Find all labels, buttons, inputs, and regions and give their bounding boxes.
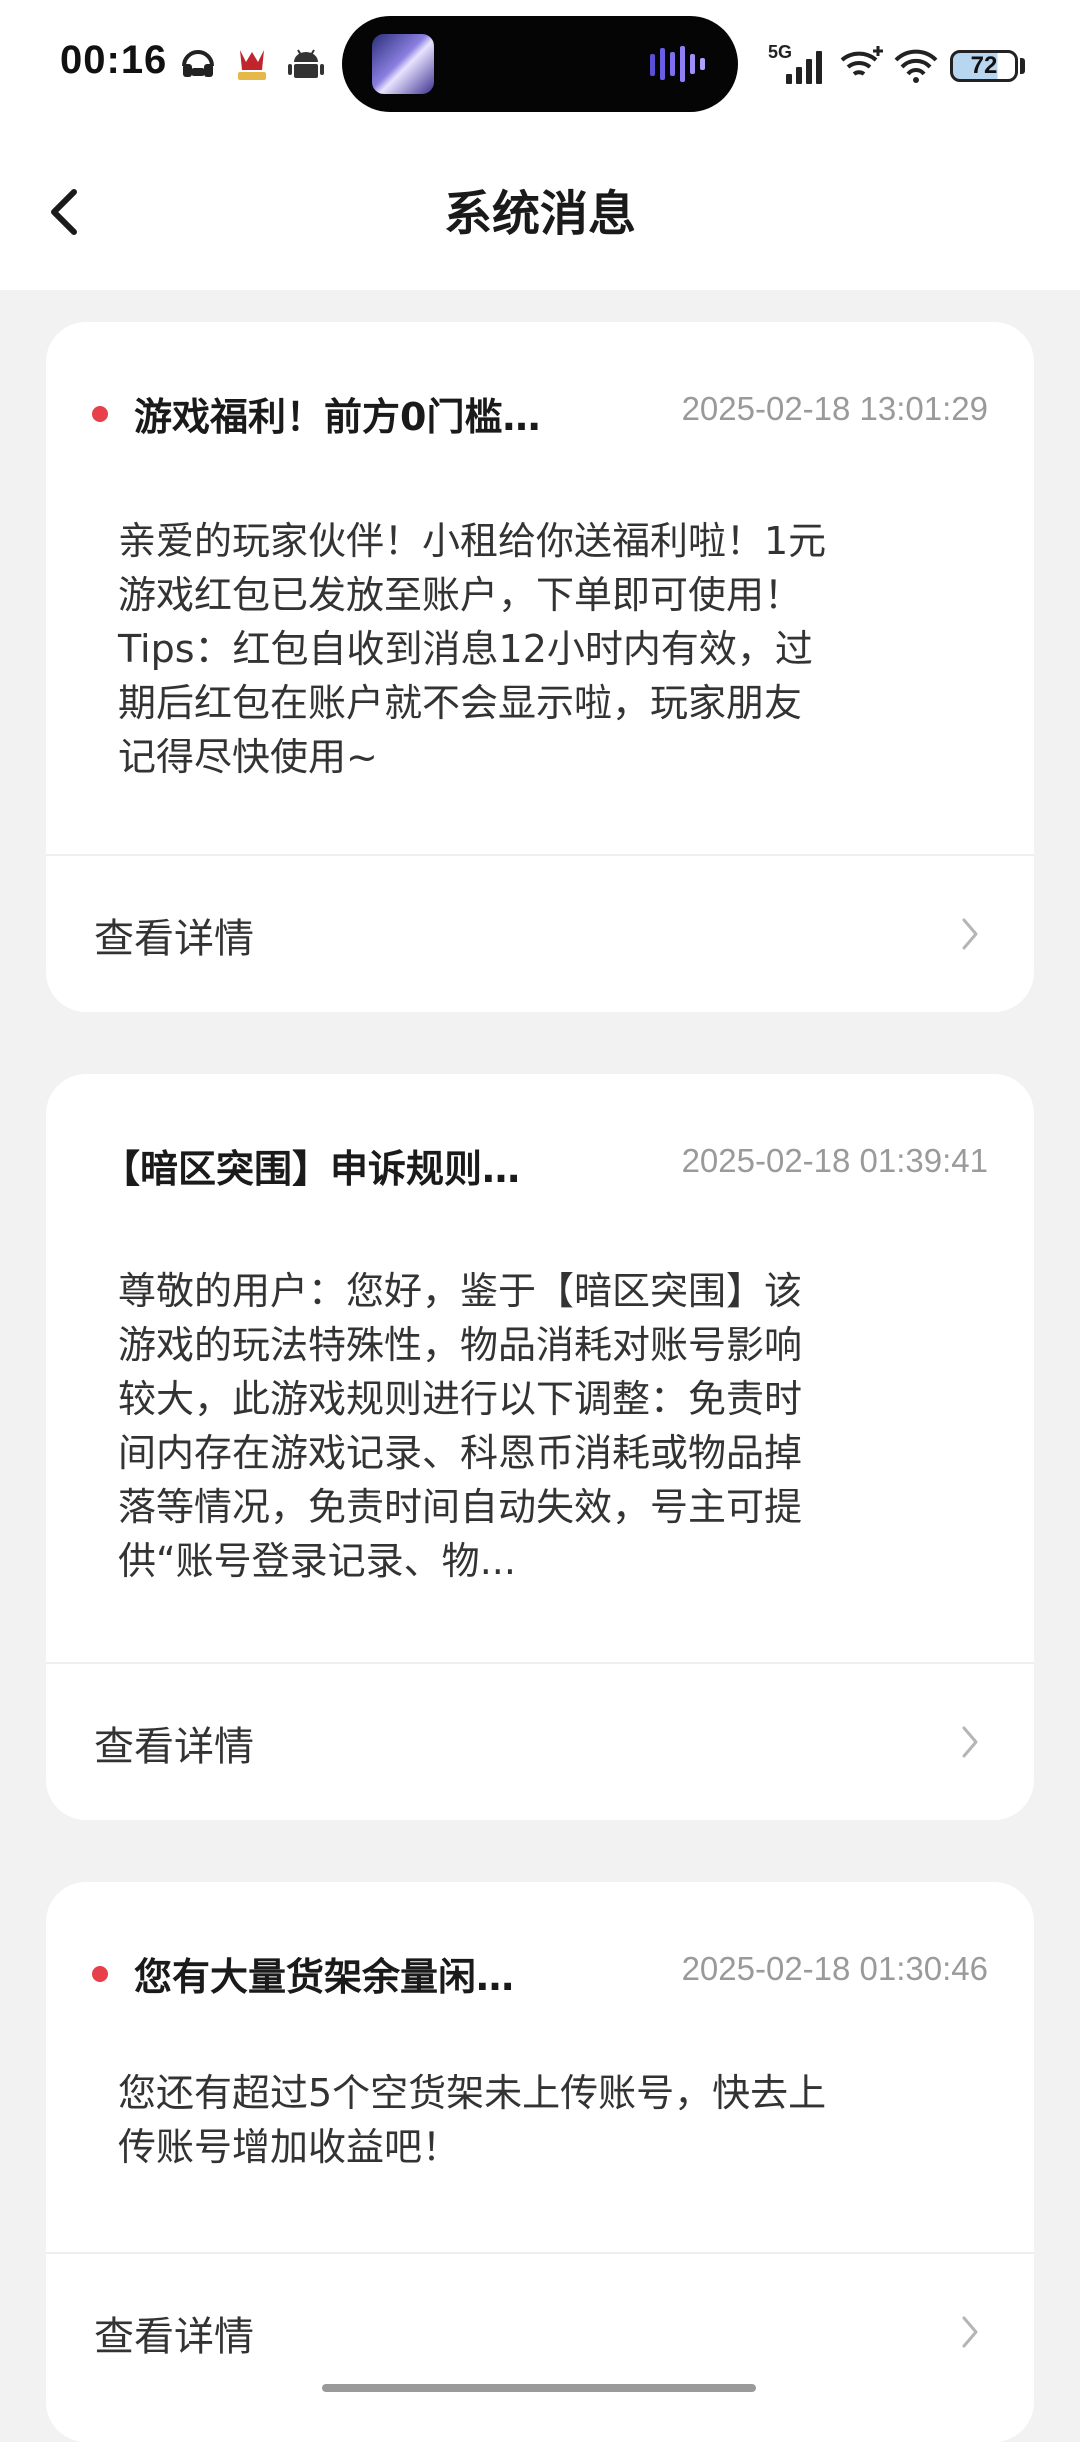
chevron-right-icon <box>962 1726 978 1758</box>
message-body-line: 较大，此游戏规则进行以下调整：免责时 <box>118 1377 803 1421</box>
chevron-right-icon <box>962 918 978 950</box>
message-body-line: 传账号增加收益吧！ <box>118 2125 461 2169</box>
view-details-label: 查看详情 <box>94 1724 254 1770</box>
message-card[interactable]: 【暗区突围】申诉规则… 2025-02-18 01:39:41 尊敬的用户：您好… <box>46 1074 1034 1820</box>
page-title: 系统消息 <box>443 186 636 242</box>
message-body: 亲爱的玩家伙伴！小租给你送福利啦！1元 游戏红包已发放至账户，下单即可使用！ T… <box>118 514 978 784</box>
cellular-signal-icon <box>786 51 822 84</box>
view-details-button[interactable]: 查看详情 <box>46 1664 1034 1820</box>
unread-dot <box>92 1966 108 1982</box>
message-body-line: Tips：红包自收到消息12小时内有效，过 <box>118 627 813 671</box>
message-timestamp: 2025-02-18 13:01:29 <box>681 390 988 427</box>
view-details-label: 查看详情 <box>94 2314 254 2360</box>
home-indicator[interactable] <box>322 2384 756 2392</box>
message-body-line: 游戏的玩法特殊性，物品消耗对账号影响 <box>118 1323 803 1367</box>
message-body-line: 间内存在游戏记录、科恩币消耗或物品掉 <box>118 1431 803 1475</box>
battery-indicator: 72 <box>950 50 1018 82</box>
message-card[interactable]: 您有大量货架余量闲… 2025-02-18 01:30:46 您还有超过5个空货… <box>46 1882 1034 2442</box>
status-bar: 00:16 5G 72 <box>0 0 1080 130</box>
chevron-right-icon <box>962 2316 978 2348</box>
message-header: 游戏福利！前方0门槛… 2025-02-18 13:01:29 <box>46 380 1034 444</box>
navigation-bar: 系统消息 <box>0 130 1080 290</box>
message-body-line: 亲爱的玩家伙伴！小租给你送福利啦！1元 <box>118 519 827 563</box>
message-timestamp: 2025-02-18 01:30:46 <box>681 1950 988 1987</box>
message-card[interactable]: 游戏福利！前方0门槛… 2025-02-18 13:01:29 亲爱的玩家伙伴！… <box>46 322 1034 1012</box>
message-body-line: 您还有超过5个空货架未上传账号，快去上 <box>118 2071 827 2115</box>
message-body-line: 供“账号登录记录、物... <box>118 1539 516 1583</box>
status-time: 00:16 <box>60 38 168 82</box>
message-body-line: 尊敬的用户：您好，鉴于【暗区突围】该 <box>118 1269 803 1313</box>
headset-icon <box>182 50 214 77</box>
unread-dot <box>92 406 108 422</box>
message-timestamp: 2025-02-18 01:39:41 <box>681 1142 988 1179</box>
view-details-label: 查看详情 <box>94 916 254 962</box>
wifi-icon <box>894 49 938 83</box>
android-icon <box>288 49 324 78</box>
message-body: 您还有超过5个空货架未上传账号，快去上 传账号增加收益吧！ <box>118 2066 978 2174</box>
audio-wave-icon <box>650 46 705 82</box>
dynamic-island[interactable] <box>342 16 738 112</box>
message-header: 您有大量货架余量闲… 2025-02-18 01:30:46 <box>46 1940 1034 2004</box>
message-body-line: 期后红包在账户就不会显示啦，玩家朋友 <box>118 681 803 725</box>
music-cover-thumbnail <box>372 34 434 94</box>
battery-tip <box>1020 58 1025 74</box>
message-body-line: 落等情况，免责时间自动失效，号主可提 <box>118 1485 803 1529</box>
message-body-line: 游戏红包已发放至账户，下单即可使用！ <box>118 573 803 617</box>
message-title: 【暗区突围】申诉规则… <box>102 1147 521 1191</box>
view-details-button[interactable]: 查看详情 <box>46 856 1034 1012</box>
app-notification-icon <box>238 50 266 80</box>
message-header: 【暗区突围】申诉规则… 2025-02-18 01:39:41 <box>46 1132 1034 1196</box>
message-body-line: 记得尽快使用~ <box>118 735 378 779</box>
wifi-plus-icon <box>840 46 883 76</box>
message-body: 尊敬的用户：您好，鉴于【暗区突围】该 游戏的玩法特殊性，物品消耗对账号影响 较大… <box>118 1264 978 1588</box>
message-title: 游戏福利！前方0门槛… <box>134 395 541 439</box>
message-title: 您有大量货架余量闲… <box>134 1955 515 1999</box>
